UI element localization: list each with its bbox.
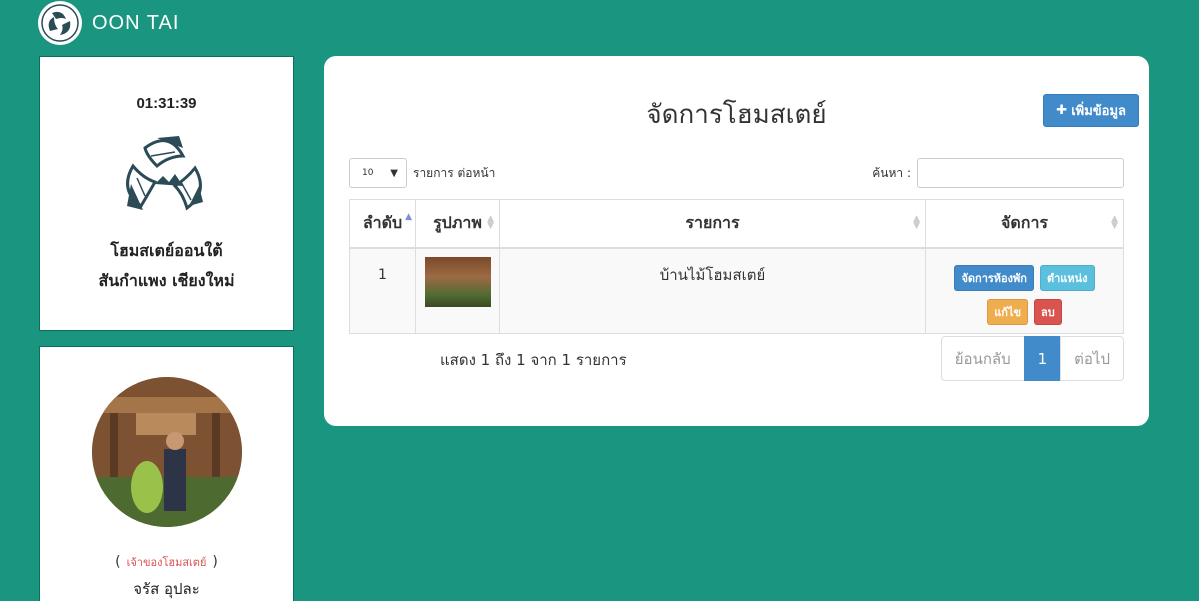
sort-icon: ▲ ▼ — [913, 214, 920, 231]
manage-rooms-button[interactable]: จัดการห้องพัก — [954, 264, 1034, 291]
chevron-down-icon: ▼ — [390, 167, 398, 179]
column-header-actions[interactable]: จัดการ ▲ ▼ — [925, 199, 1124, 249]
table-info: แสดง 1 ถึง 1 จาก 1 รายการ — [440, 351, 627, 369]
table-row: 1 บ้านไม้โฮมสเตย์ จัดการห้องพัก ตำแหน่ง … — [349, 247, 1124, 334]
column-header-image[interactable]: รูปภาพ ▲ ▼ — [415, 199, 500, 249]
homestay-thumbnail — [424, 256, 491, 307]
homestay-table: ลำดับ ▲ รูปภาพ ▲▼ รายการ ▲▼ จัดการ ▲▼ — [349, 199, 1124, 334]
next-page-button[interactable]: ต่อไป — [1060, 336, 1124, 381]
delete-button[interactable]: ลบ — [1034, 298, 1062, 325]
page-title: จัดการโฮมสเตย์ — [646, 100, 827, 130]
clock: 01:31:39 — [136, 95, 197, 112]
top-bar: OON TAI — [38, 0, 179, 46]
plus-icon: ✚ — [1056, 103, 1068, 118]
homestay-location: สันกำแพง เชียงใหม่ — [98, 271, 235, 290]
owner-name: จรัส อุปละ — [133, 580, 200, 598]
homestay-name: โฮมสเตย์ออนใต้ — [110, 241, 223, 260]
brand-name[interactable]: OON TAI — [92, 12, 179, 35]
owner-role: เจ้าของโฮมสเตย์ — [126, 556, 207, 569]
row-name: บ้านไม้โฮมสเตย์ — [499, 247, 926, 334]
add-button[interactable]: ✚ เพิ่มข้อมูล — [1043, 94, 1139, 127]
row-image-cell — [415, 247, 500, 334]
search-input[interactable] — [917, 158, 1124, 188]
prev-page-button[interactable]: ย้อนกลับ — [940, 336, 1025, 381]
location-button[interactable]: ตำแหน่ง — [1039, 264, 1095, 291]
owner-avatar — [91, 377, 242, 527]
page-length-control: 10 ▼ รายการ ต่อหน้า — [349, 158, 495, 188]
homestay-logo-icon — [117, 126, 217, 226]
page-button-current[interactable]: 1 — [1023, 336, 1062, 381]
add-button-label: เพิ่มข้อมูล — [1071, 104, 1126, 119]
edit-button[interactable]: แก้ไข — [987, 298, 1029, 325]
search-control: ค้นหา : — [872, 158, 1124, 188]
page-length-select[interactable]: 10 ▼ — [349, 158, 407, 188]
homestay-info-card: 01:31:39 โฮมสเตย์ออนใต้ สันกำแพง เชียงให… — [39, 56, 294, 331]
brand-logo-icon[interactable] — [38, 1, 82, 45]
main-panel: จัดการโฮมสเตย์ ✚ เพิ่มข้อมูล 10 ▼ รายการ… — [324, 56, 1149, 426]
page-length-label: รายการ ต่อหน้า — [413, 165, 496, 180]
sort-asc-icon: ▲ — [405, 212, 412, 222]
owner-card: (เจ้าของโฮมสเตย์) จรัส อุปละ — [39, 346, 294, 601]
column-header-name[interactable]: รายการ ▲ ▼ — [499, 199, 926, 249]
row-num: 1 — [349, 247, 416, 334]
sort-icon: ▲ ▼ — [1111, 214, 1118, 231]
column-header-num[interactable]: ลำดับ ▲ — [349, 199, 416, 249]
pagination: ย้อนกลับ 1 ต่อไป — [940, 336, 1124, 381]
row-actions: จัดการห้องพัก ตำแหน่ง แก้ไข ลบ — [925, 247, 1124, 334]
sort-icon: ▲ ▼ — [487, 214, 494, 231]
search-label: ค้นหา : — [872, 165, 911, 180]
